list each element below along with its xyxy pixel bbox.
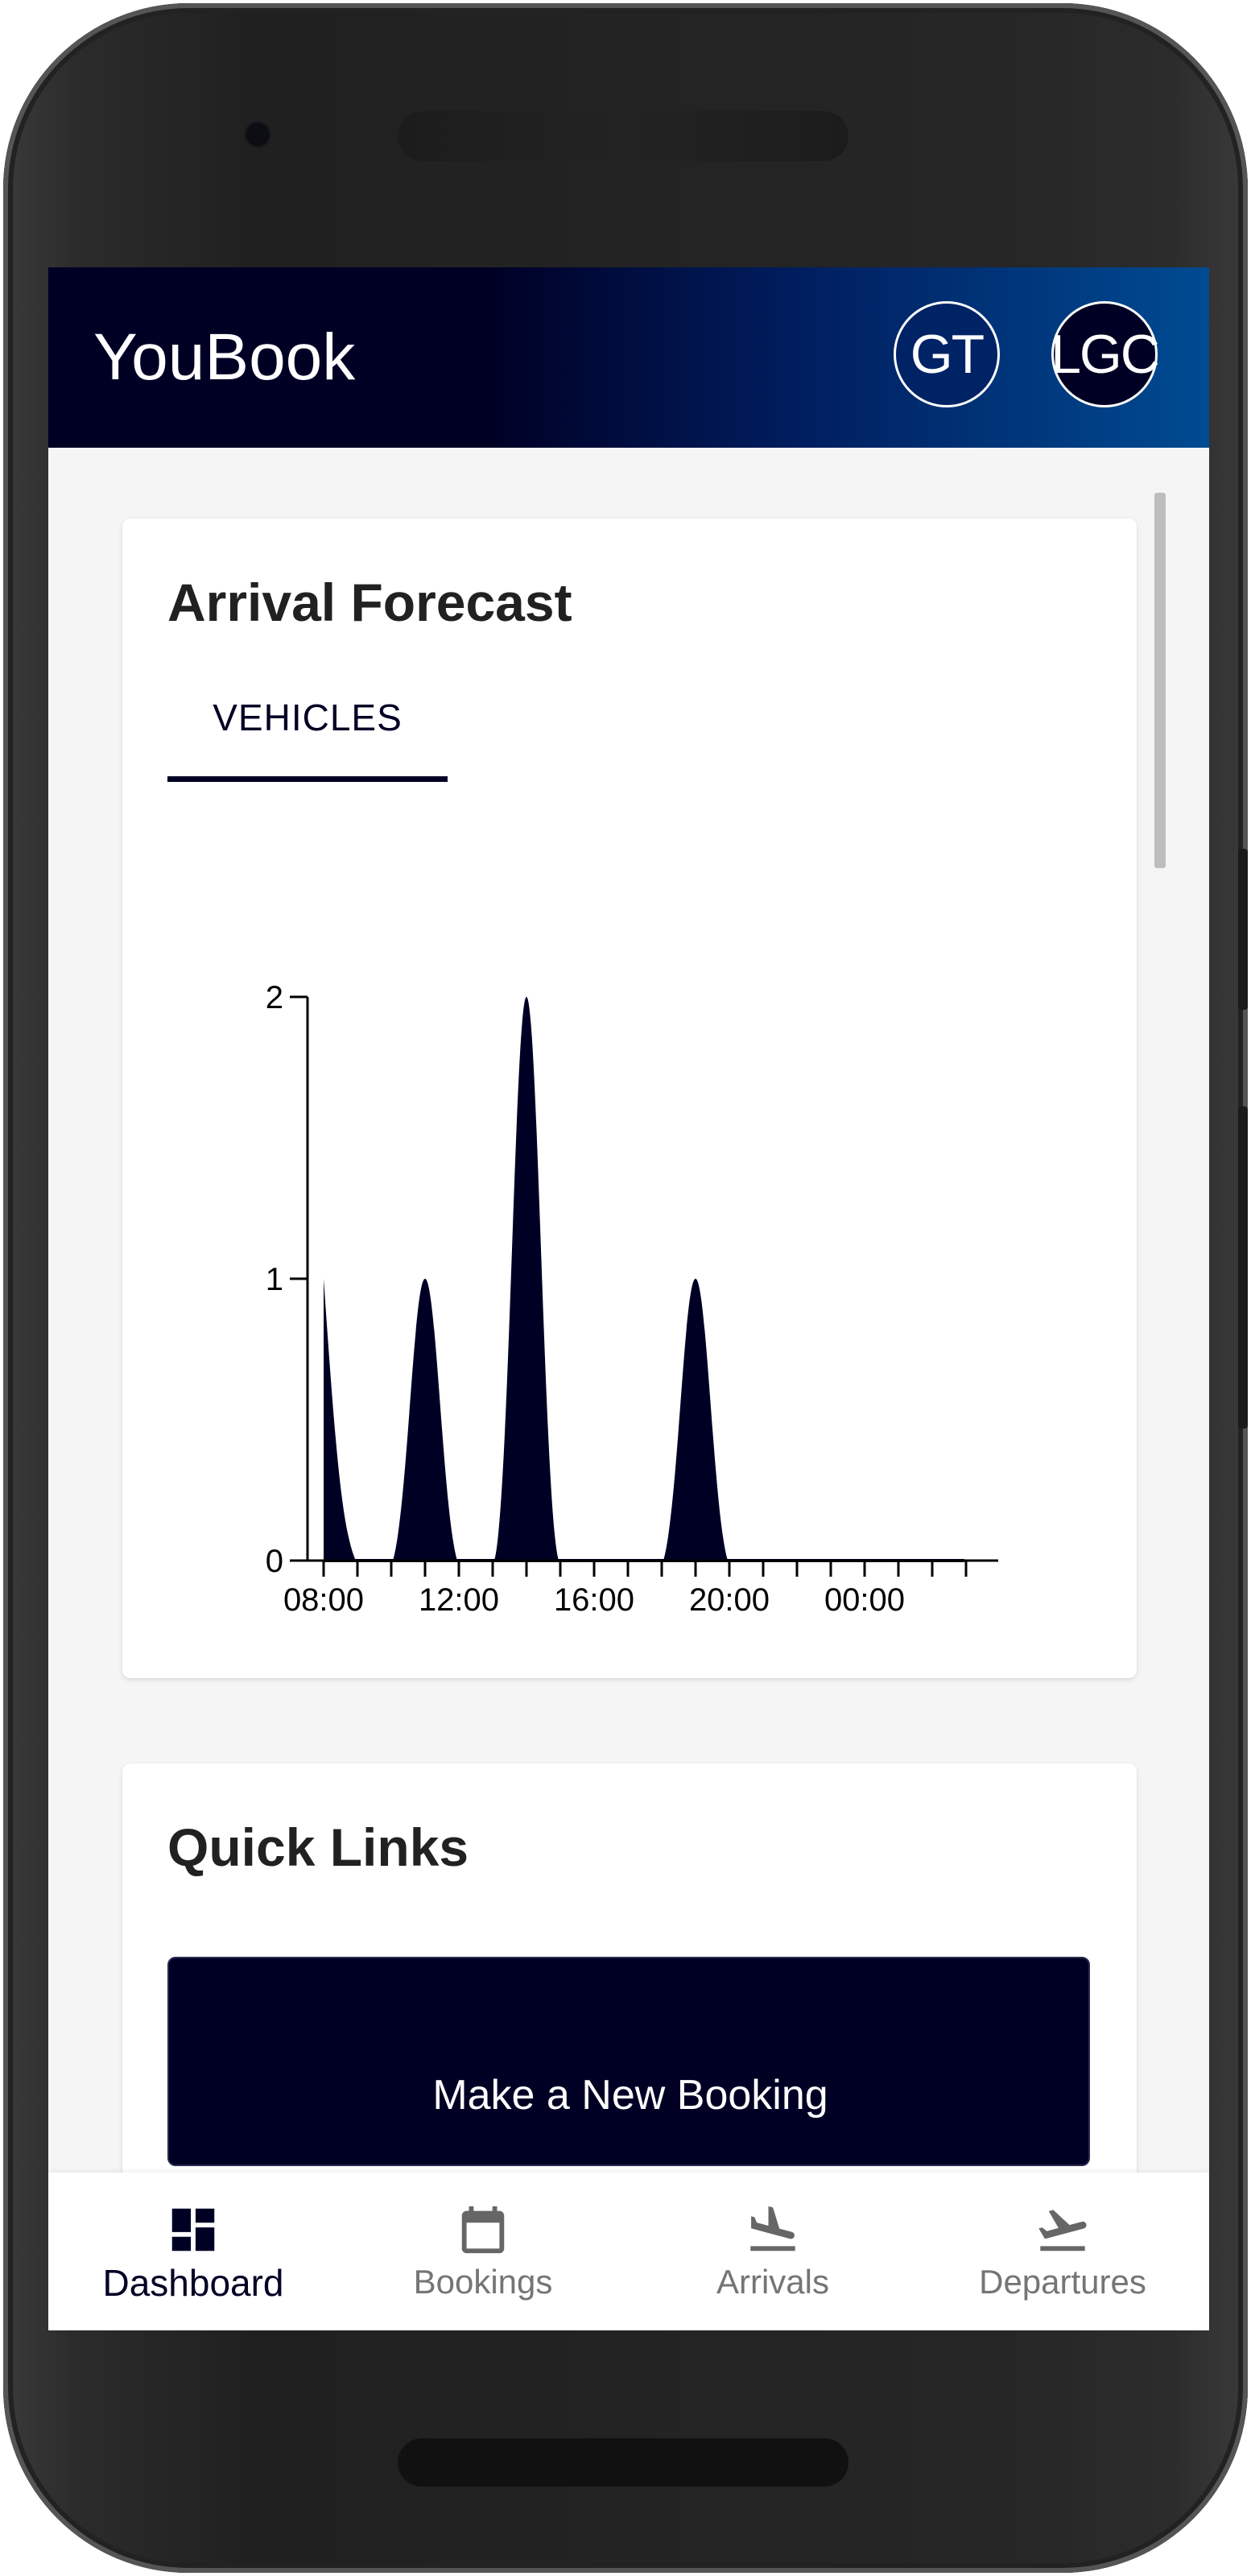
earpiece-speaker bbox=[398, 111, 848, 161]
new-booking-button[interactable]: Make a New Booking bbox=[167, 1957, 1090, 2166]
nav-label: Dashboard bbox=[102, 2262, 284, 2304]
app-bar: YouBook GT LGC bbox=[48, 267, 1209, 448]
chart-area-peak-11:00 bbox=[393, 1279, 457, 1561]
app-title: YouBook bbox=[93, 320, 356, 394]
chart-y-tick-label: 1 bbox=[266, 1262, 283, 1297]
dashboard-icon bbox=[171, 2208, 215, 2251]
flight-takeoff-icon bbox=[1038, 2210, 1087, 2251]
chart-x-tick-label: 16:00 bbox=[554, 1582, 634, 1618]
quick-links-card: Quick Links Make a New Booking bbox=[122, 1764, 1137, 2173]
chart-area-peak-08:00 bbox=[324, 1279, 356, 1561]
volume-button bbox=[1238, 849, 1248, 1010]
app-screen: YouBook GT LGC Arrival Forecast VEHICLES… bbox=[48, 267, 1209, 2330]
bottom-navigation: Dashboard Bookings Arrivals Departures bbox=[48, 2173, 1209, 2330]
avatar-lgc[interactable]: LGC bbox=[1051, 301, 1160, 407]
chart-y-tick-label: 0 bbox=[266, 1544, 283, 1579]
nav-bookings[interactable]: Bookings bbox=[338, 2173, 628, 2330]
chart-y-tick-label: 2 bbox=[266, 980, 283, 1015]
chart-x-tick-label: 20:00 bbox=[689, 1582, 770, 1618]
chart-x-tick-label: 08:00 bbox=[283, 1582, 364, 1618]
nav-label: Departures bbox=[979, 2263, 1146, 2301]
arrival-forecast-chart: 0 1 2 08:00 12:00 16:00 20:00 00:00 bbox=[266, 980, 998, 1618]
chart-area-peak-19:00 bbox=[663, 1279, 728, 1561]
arrival-forecast-card: Arrival Forecast VEHICLES 0 1 2 08:00 12:00 1… bbox=[122, 519, 1137, 1678]
chart-area-peak-14:00 bbox=[494, 997, 559, 1561]
calendar-icon bbox=[461, 2206, 505, 2254]
card-title: Quick Links bbox=[167, 1817, 469, 1877]
chart-x-tick-label: 12:00 bbox=[419, 1582, 499, 1618]
nav-dashboard[interactable]: Dashboard bbox=[48, 2173, 338, 2330]
nav-arrivals[interactable]: Arrivals bbox=[628, 2173, 918, 2330]
power-button bbox=[1238, 1106, 1248, 1429]
nav-departures[interactable]: Departures bbox=[918, 2173, 1208, 2330]
flight-land-icon bbox=[750, 2206, 795, 2251]
scrollbar[interactable] bbox=[1154, 493, 1166, 868]
front-camera bbox=[244, 121, 271, 148]
chart-x-tick-label: 00:00 bbox=[824, 1582, 905, 1618]
dashboard-content[interactable]: Arrival Forecast VEHICLES 0 1 2 08:00 12:00 1… bbox=[48, 448, 1209, 2173]
new-booking-label: Make a New Booking bbox=[432, 2072, 828, 2119]
bottom-speaker bbox=[398, 2438, 848, 2487]
nav-label: Arrivals bbox=[716, 2263, 829, 2301]
nav-label: Bookings bbox=[413, 2263, 553, 2301]
avatar-gt[interactable]: GT bbox=[894, 301, 1000, 407]
phone-frame: YouBook GT LGC Arrival Forecast VEHICLES… bbox=[3, 3, 1248, 2573]
